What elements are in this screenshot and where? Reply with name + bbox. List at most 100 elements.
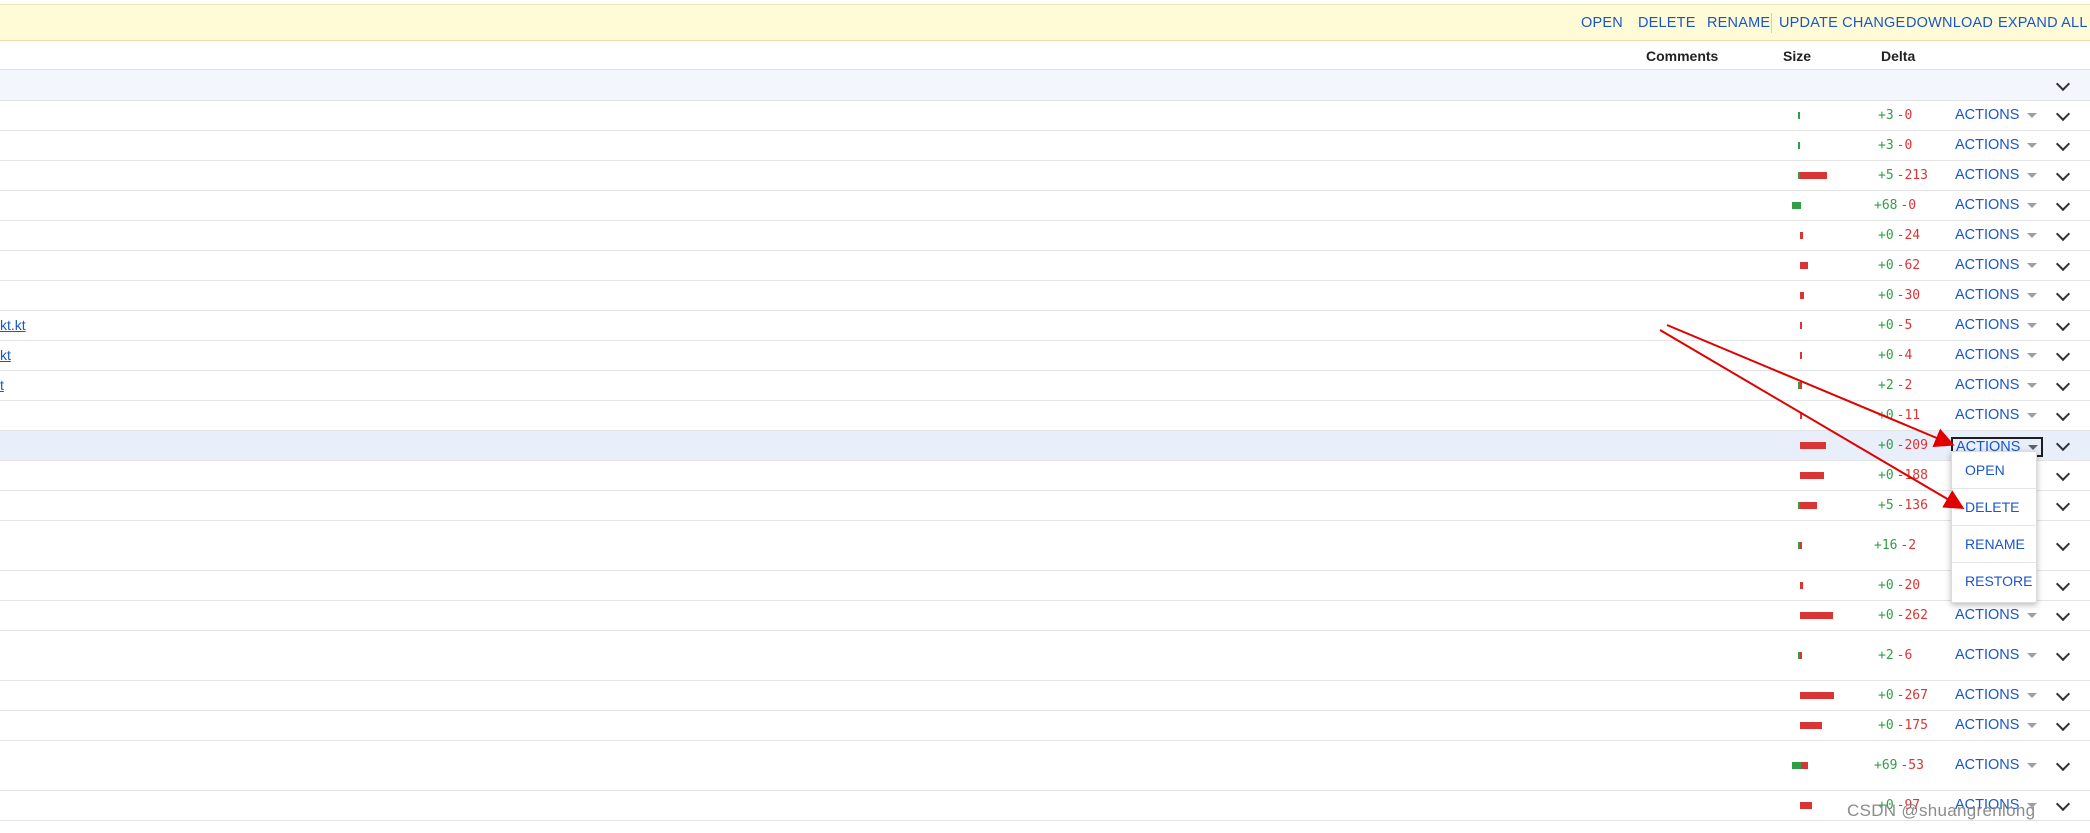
chevron-down-icon[interactable] xyxy=(2055,256,2071,272)
actions-dropdown-button[interactable]: ACTIONS xyxy=(1955,107,2038,123)
file-row[interactable]: +0 -175 ACTIONS xyxy=(0,711,2090,741)
file-row[interactable]: +16-2ACTIONS xyxy=(0,521,2090,571)
chevron-down-icon[interactable] xyxy=(2055,286,2071,302)
menu-item-open[interactable]: OPEN xyxy=(1952,452,2036,489)
removed-count: -0 xyxy=(1896,108,1913,123)
actions-dropdown-button[interactable]: ACTIONS xyxy=(1955,287,2038,303)
file-row[interactable]: +3 -0 ACTIONS xyxy=(0,131,2090,161)
chevron-down-icon[interactable] xyxy=(2055,536,2071,552)
caret-down-icon xyxy=(2027,692,2038,698)
actions-dropdown-button[interactable]: ACTIONS xyxy=(1955,647,2038,663)
file-row[interactable]: +0-20ACTIONS xyxy=(0,571,2090,601)
file-row[interactable]: kt.kt +0 -5 ACTIONS xyxy=(0,311,2090,341)
actions-dropdown-button[interactable]: ACTIONS xyxy=(1955,687,2038,703)
removed-lines-bar xyxy=(1800,292,1804,299)
chevron-down-icon[interactable] xyxy=(2055,436,2071,452)
chevron-down-icon[interactable] xyxy=(2055,466,2071,482)
chevron-down-icon[interactable] xyxy=(2055,716,2071,732)
chevron-down-icon[interactable] xyxy=(2055,576,2071,592)
size-bar xyxy=(1798,382,1802,389)
chevron-down-icon[interactable] xyxy=(2055,226,2071,242)
actions-label: ACTIONS xyxy=(1955,717,2020,733)
chevron-down-icon[interactable] xyxy=(2055,136,2071,152)
file-toolbar: OPEN DELETE RENAME UPDATE CHANGE DOWNLOA… xyxy=(0,4,2090,41)
chevron-down-icon[interactable] xyxy=(2055,606,2071,622)
expand-all-button[interactable]: EXPAND ALL xyxy=(1998,15,2088,31)
actions-dropdown-button[interactable]: ACTIONS xyxy=(1955,227,2038,243)
chevron-down-icon[interactable] xyxy=(2055,796,2071,812)
removed-count: -5 xyxy=(1896,318,1913,333)
actions-dropdown-button[interactable]: ACTIONS xyxy=(1955,167,2038,183)
chevron-down-icon[interactable] xyxy=(2055,316,2071,332)
size-bar xyxy=(1800,582,1803,589)
actions-dropdown-button[interactable]: ACTIONS xyxy=(1955,377,2038,393)
actions-dropdown-button[interactable]: ACTIONS xyxy=(1955,257,2038,273)
comments-column-header: Comments xyxy=(1646,48,1719,64)
size-column-header: Size xyxy=(1783,48,1812,64)
file-row[interactable]: +0 -24 ACTIONS xyxy=(0,221,2090,251)
file-row[interactable]: +0 -30 ACTIONS xyxy=(0,281,2090,311)
update-change-button[interactable]: UPDATE CHANGE xyxy=(1779,15,1905,31)
file-row[interactable]: +0 -62 ACTIONS xyxy=(0,251,2090,281)
actions-label: ACTIONS xyxy=(1955,687,2020,703)
file-row[interactable]: kt +0 -4 ACTIONS xyxy=(0,341,2090,371)
download-button[interactable]: DOWNLOAD xyxy=(1906,15,1993,31)
chevron-down-icon[interactable] xyxy=(2055,196,2071,212)
menu-item-rename[interactable]: RENAME xyxy=(1952,526,2036,563)
rename-button[interactable]: RENAME xyxy=(1707,15,1770,31)
removed-count: -267 xyxy=(1896,688,1928,703)
file-name-link[interactable]: kt xyxy=(0,347,11,363)
actions-dropdown-button[interactable]: ACTIONS xyxy=(1955,317,2038,333)
menu-item-restore[interactable]: RESTORE xyxy=(1952,563,2036,600)
toolbar-divider xyxy=(1771,13,1772,33)
actions-dropdown-button[interactable]: ACTIONS xyxy=(1955,347,2038,363)
actions-dropdown-button[interactable]: ACTIONS xyxy=(1955,197,2038,213)
actions-dropdown-button[interactable]: ACTIONS xyxy=(1955,757,2038,773)
actions-dropdown-button[interactable]: ACTIONS xyxy=(1955,607,2038,623)
caret-down-icon xyxy=(2027,202,2038,208)
file-name-link[interactable]: t xyxy=(0,377,4,393)
file-row[interactable]: t +2 -2 ACTIONS xyxy=(0,371,2090,401)
file-list-header: Comments Size Delta xyxy=(0,41,2090,70)
chevron-down-icon[interactable] xyxy=(2055,166,2071,182)
chevron-down-icon[interactable] xyxy=(2055,496,2071,512)
actions-label: ACTIONS xyxy=(1955,107,2020,123)
chevron-down-icon[interactable] xyxy=(2055,686,2071,702)
file-row[interactable]: +0 -267 ACTIONS xyxy=(0,681,2090,711)
delta-value: +2 -6 xyxy=(1878,648,1912,663)
file-row[interactable]: +69 -53 ACTIONS xyxy=(0,741,2090,791)
chevron-down-icon[interactable] xyxy=(2055,76,2071,92)
delete-button[interactable]: DELETE xyxy=(1638,15,1696,31)
file-row[interactable]: +0 -11 ACTIONS xyxy=(0,401,2090,431)
file-row[interactable]: +68 -0 ACTIONS xyxy=(0,191,2090,221)
file-row[interactable]: +5-136ACTIONS xyxy=(0,491,2090,521)
delta-value: +0 -209 xyxy=(1878,438,1928,453)
caret-down-icon xyxy=(2027,292,2038,298)
actions-dropdown-button[interactable]: ACTIONS xyxy=(1955,137,2038,153)
size-bar xyxy=(1798,502,1817,509)
file-row[interactable]: +2 -6 ACTIONS xyxy=(0,631,2090,681)
chevron-down-icon[interactable] xyxy=(2055,646,2071,662)
chevron-down-icon[interactable] xyxy=(2055,346,2071,362)
file-name-link[interactable]: kt.kt xyxy=(0,317,26,333)
actions-dropdown-button[interactable]: ACTIONS xyxy=(1955,717,2038,733)
actions-dropdown-button[interactable]: ACTIONS xyxy=(1955,407,2038,423)
actions-label: ACTIONS xyxy=(1955,407,2020,423)
chevron-down-icon[interactable] xyxy=(2055,756,2071,772)
chevron-down-icon[interactable] xyxy=(2055,376,2071,392)
removed-lines-bar xyxy=(1800,442,1826,449)
file-row[interactable]: +0-188ACTIONS xyxy=(0,461,2090,491)
caret-down-icon xyxy=(2027,382,2038,388)
actions-label: ACTIONS xyxy=(1955,137,2020,153)
file-row[interactable]: +0 -97 ACTIONS xyxy=(0,791,2090,821)
removed-count: -2 xyxy=(1896,378,1913,393)
file-row[interactable]: +0 -262 ACTIONS xyxy=(0,601,2090,631)
caret-down-icon xyxy=(2027,142,2038,148)
chevron-down-icon[interactable] xyxy=(2055,406,2071,422)
menu-item-delete[interactable]: DELETE xyxy=(1952,489,2036,526)
open-button[interactable]: OPEN xyxy=(1581,15,1623,31)
file-row[interactable]: +3 -0 ACTIONS xyxy=(0,101,2090,131)
chevron-down-icon[interactable] xyxy=(2055,106,2071,122)
file-row[interactable]: +0 -209 ACTIONS xyxy=(0,431,2090,461)
file-row[interactable]: +5 -213 ACTIONS xyxy=(0,161,2090,191)
